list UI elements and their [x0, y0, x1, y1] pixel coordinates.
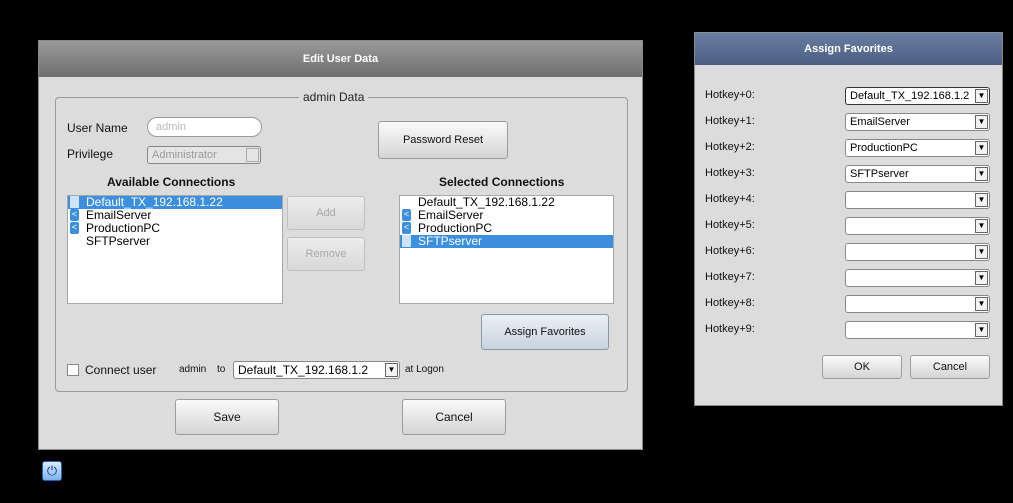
- list-item-label: EmailServer: [86, 208, 152, 222]
- list-item-label: EmailServer: [418, 208, 484, 222]
- assign-favorites-window: Assign Favorites Hotkey+0: Default_TX_192…: [694, 32, 1003, 406]
- chevron-down-icon: ▼: [975, 245, 988, 259]
- connect-user-checkbox[interactable]: [67, 364, 79, 376]
- edit-user-data-window: Edit User Data admin Data User Name admi…: [38, 40, 643, 450]
- share-icon: <: [402, 222, 411, 234]
- available-connections-list[interactable]: Default_TX_192.168.1.22 < EmailServer < Pr…: [67, 195, 283, 304]
- hotkey-label: Hotkey+9:: [705, 323, 755, 335]
- list-item[interactable]: SFTPserver: [400, 235, 613, 248]
- hotkey-label: Hotkey+0:: [705, 89, 755, 101]
- share-icon: <: [70, 222, 79, 234]
- connect-user-name: admin: [179, 364, 207, 375]
- password-reset-button[interactable]: Password Reset: [378, 121, 508, 159]
- list-item-label: ProductionPC: [418, 221, 493, 235]
- add-button[interactable]: Add: [287, 196, 365, 230]
- chevron-down-icon: ▼: [975, 89, 988, 103]
- remove-button[interactable]: Remove: [287, 237, 365, 271]
- available-connections-header: Available Connections: [107, 175, 236, 189]
- user-name-field[interactable]: admin: [147, 117, 262, 137]
- chevron-down-icon: [246, 148, 259, 162]
- selected-marker-icon: [402, 235, 411, 247]
- connect-user-label: Connect user: [85, 363, 157, 377]
- hotkey-label: Hotkey+1:: [705, 115, 755, 127]
- hotkey-value: EmailServer: [850, 116, 910, 128]
- ok-button[interactable]: OK: [822, 355, 902, 379]
- chevron-down-icon: ▼: [975, 323, 988, 337]
- favorites-cancel-button[interactable]: Cancel: [910, 355, 990, 379]
- selected-connections-list[interactable]: Default_TX_192.168.1.22 < EmailServer < Pr…: [399, 195, 614, 304]
- hotkey-select[interactable]: ▼: [845, 269, 990, 287]
- save-button[interactable]: Save: [175, 399, 279, 435]
- power-icon[interactable]: ⏻: [42, 461, 62, 481]
- hotkey-select[interactable]: ProductionPC ▼: [845, 139, 990, 157]
- list-item[interactable]: SFTPserver: [68, 235, 282, 248]
- connect-target-select[interactable]: Default_TX_192.168.1.2 ▼: [233, 361, 400, 379]
- hotkey-select[interactable]: ▼: [845, 217, 990, 235]
- privilege-select[interactable]: Administrator: [147, 146, 261, 164]
- hotkey-select[interactable]: ▼: [845, 243, 990, 261]
- hotkey-select[interactable]: ▼: [845, 295, 990, 313]
- hotkey-label: Hotkey+2:: [705, 141, 755, 153]
- connect-target-value: Default_TX_192.168.1.2: [238, 363, 369, 377]
- cancel-button[interactable]: Cancel: [402, 399, 506, 435]
- list-item-label: Default_TX_192.168.1.22: [86, 195, 223, 209]
- assign-favorites-button[interactable]: Assign Favorites: [481, 314, 609, 350]
- hotkey-label: Hotkey+7:: [705, 271, 755, 283]
- hotkey-label: Hotkey+8:: [705, 297, 755, 309]
- hotkey-select[interactable]: SFTPserver ▼: [845, 165, 990, 183]
- chevron-down-icon: ▼: [975, 167, 988, 181]
- at-logon-label: at Logon: [405, 364, 444, 375]
- share-icon: <: [402, 209, 411, 221]
- hotkey-select[interactable]: EmailServer ▼: [845, 113, 990, 131]
- hotkey-label: Hotkey+4:: [705, 193, 755, 205]
- hotkey-value: ProductionPC: [850, 142, 918, 154]
- share-icon: <: [70, 209, 79, 221]
- privilege-label: Privilege: [67, 147, 114, 161]
- selected-connections-header: Selected Connections: [439, 175, 565, 189]
- hotkey-label: Hotkey+3:: [705, 167, 755, 179]
- chevron-down-icon: ▼: [975, 193, 988, 207]
- hotkey-label: Hotkey+5:: [705, 219, 755, 231]
- list-item-label: SFTPserver: [418, 234, 483, 248]
- chevron-down-icon: ▼: [975, 297, 988, 311]
- hotkey-select[interactable]: Default_TX_192.168.1.2 ▼: [845, 87, 990, 105]
- chevron-down-icon: ▼: [385, 363, 398, 377]
- hotkey-value: SFTPserver: [850, 168, 909, 180]
- user-name-label: User Name: [67, 121, 128, 135]
- list-item-label: SFTPserver: [86, 234, 151, 248]
- hotkey-value: Default_TX_192.168.1.2: [850, 90, 970, 102]
- hotkey-select[interactable]: ▼: [845, 191, 990, 209]
- hotkey-label: Hotkey+6:: [705, 245, 755, 257]
- assign-favorites-title: Assign Favorites: [695, 33, 1002, 65]
- list-item-label: ProductionPC: [86, 221, 161, 235]
- hotkey-select[interactable]: ▼: [845, 321, 990, 339]
- edit-user-data-title: Edit User Data: [39, 41, 642, 77]
- privilege-value: Administrator: [152, 149, 217, 161]
- chevron-down-icon: ▼: [975, 271, 988, 285]
- chevron-down-icon: ▼: [975, 115, 988, 129]
- list-item-label: Default_TX_192.168.1.22: [418, 195, 555, 209]
- chevron-down-icon: ▼: [975, 219, 988, 233]
- selected-marker-icon: [70, 196, 79, 208]
- chevron-down-icon: ▼: [975, 141, 988, 155]
- admin-data-group-title: admin Data: [299, 90, 369, 104]
- connect-to-label: to: [217, 364, 226, 375]
